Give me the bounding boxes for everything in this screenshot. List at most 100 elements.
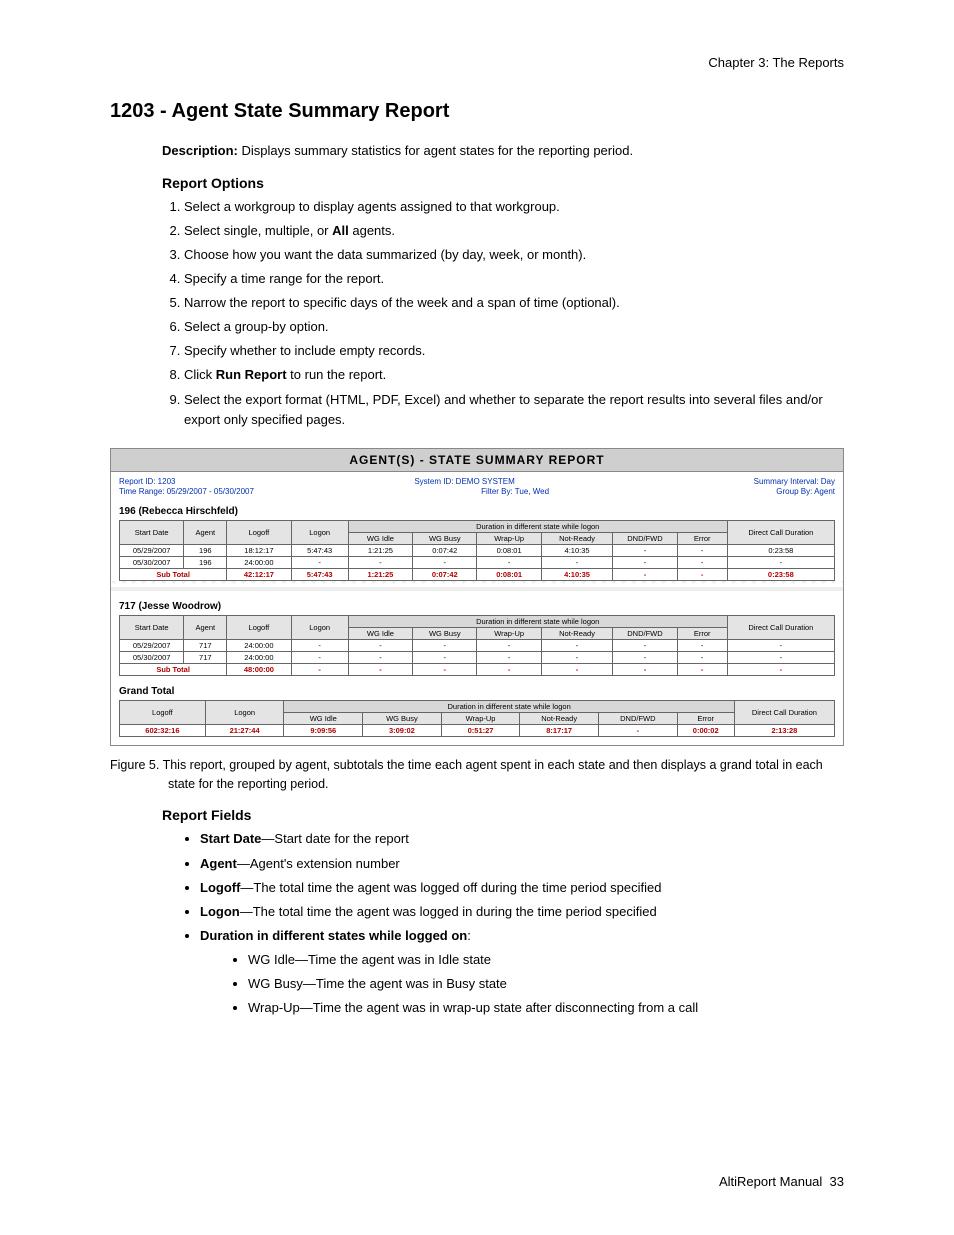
col-nr: Not-Ready [520, 712, 599, 724]
cell: 1:21:25 [348, 544, 412, 556]
description-label: Description: [162, 143, 238, 158]
field-desc: —The total time the agent was logged in … [240, 904, 657, 919]
header-row: Start Date Agent Logoff Logon Duration i… [120, 520, 835, 532]
col-idle: WG Idle [348, 627, 412, 639]
header-row: Logoff Logon Duration in different state… [120, 700, 835, 712]
grand-row: 602:32:1621:27:449:09:563:09:020:51:278:… [120, 724, 835, 736]
cell: - [727, 639, 834, 651]
cell: - [677, 568, 727, 580]
figure-caption: Figure 5. This report, grouped by agent,… [110, 756, 844, 794]
option-1: Select a workgroup to display agents ass… [184, 197, 844, 217]
cell: 42:12:17 [227, 568, 291, 580]
field-desc: —Start date for the report [261, 831, 408, 846]
cell: - [291, 651, 348, 663]
cell: 0:08:01 [477, 544, 541, 556]
cell: - [348, 663, 412, 675]
cell: - [541, 663, 613, 675]
cell: 0:23:58 [727, 544, 834, 556]
option-6: Select a group-by option. [184, 317, 844, 337]
cell: - [677, 663, 727, 675]
col-busy: WG Busy [413, 532, 477, 544]
cell: 21:27:44 [205, 724, 284, 736]
footer-page-number: 33 [830, 1174, 844, 1189]
cell: 0:23:58 [727, 568, 834, 580]
body: Description: Displays summary statistics… [162, 141, 844, 430]
text: Click [184, 367, 216, 382]
agent-1-name: 196 (Rebecca Hirschfeld) [119, 506, 835, 517]
cell: 05/30/2007 [120, 556, 184, 568]
col-logon: Logon [291, 615, 348, 639]
cell: - [413, 651, 477, 663]
col-idle: WG Idle [348, 532, 412, 544]
col-wrap: Wrap-Up [477, 532, 541, 544]
cell: - [613, 651, 677, 663]
option-2: Select single, multiple, or All agents. [184, 221, 844, 241]
meta-left: Time Range: 05/29/2007 - 05/30/2007 [119, 487, 254, 496]
bold-text: All [332, 223, 349, 238]
col-busy: WG Busy [413, 627, 477, 639]
report-fields-head: Report Fields [162, 807, 844, 823]
cell: 196 [184, 544, 227, 556]
cell: - [599, 724, 678, 736]
field-desc: —Agent's extension number [237, 856, 400, 871]
description-text: Displays summary statistics for agent st… [238, 143, 633, 158]
col-start: Start Date [120, 615, 184, 639]
cell: - [477, 639, 541, 651]
section-heading: 1203 - Agent State Summary Report [110, 100, 844, 123]
cell: - [613, 639, 677, 651]
fields-section: Report Fields Start Date—Start date for … [162, 807, 844, 1018]
col-idle: WG Idle [284, 712, 363, 724]
text: Select single, multiple, or [184, 223, 332, 238]
option-4: Specify a time range for the report. [184, 269, 844, 289]
subfield-busy: WG Busy—Time the agent was in Busy state [248, 974, 844, 994]
option-3: Choose how you want the data summarized … [184, 245, 844, 265]
report-title: AGENT(S) - STATE SUMMARY REPORT [111, 449, 843, 472]
cell: - [541, 651, 613, 663]
table-row: 05/29/200771724:00:00-------- [120, 639, 835, 651]
meta-right: Summary Interval: Day [754, 477, 835, 486]
meta-left: Report ID: 1203 [119, 477, 175, 486]
footer-title: AltiReport Manual [719, 1174, 822, 1189]
cell: 2:13:28 [734, 724, 834, 736]
col-dnd: DND/FWD [613, 627, 677, 639]
cell: - [613, 568, 677, 580]
option-8: Click Run Report to run the report. [184, 365, 844, 385]
col-logon: Logon [291, 520, 348, 544]
fields-list: Start Date—Start date for the report Age… [162, 829, 844, 1018]
col-span: Duration in different state while logon [348, 615, 727, 627]
cell: 602:32:16 [120, 724, 206, 736]
cell: - [477, 663, 541, 675]
header-row: Start Date Agent Logoff Logon Duration i… [120, 615, 835, 627]
torn-edge [111, 581, 843, 591]
cell: 1:21:25 [348, 568, 412, 580]
cell: 8:17:17 [520, 724, 599, 736]
col-err: Error [677, 627, 727, 639]
subtotal-row: Sub Total42:12:175:47:431:21:250:07:420:… [120, 568, 835, 580]
meta-mid: Filter By: Tue, Wed [481, 487, 549, 496]
agent-2-name: 717 (Jesse Woodrow) [119, 601, 835, 612]
table-row: 05/30/200719624:00:00-------- [120, 556, 835, 568]
field-name: Duration in different states while logge… [200, 928, 467, 943]
field-name: Agent [200, 856, 237, 871]
meta-right: Group By: Agent [776, 487, 835, 496]
cell: - [291, 663, 348, 675]
col-logoff: Logoff [227, 520, 291, 544]
cell: - [413, 556, 477, 568]
cell: 24:00:00 [227, 556, 291, 568]
cell: Sub Total [120, 568, 227, 580]
col-dnd: DND/FWD [599, 712, 678, 724]
cell: 0:51:27 [441, 724, 520, 736]
cell: 717 [184, 651, 227, 663]
field-logoff: Logoff—The total time the agent was logg… [200, 878, 844, 898]
cell: 18:12:17 [227, 544, 291, 556]
cell: - [413, 639, 477, 651]
cell: - [727, 663, 834, 675]
col-span: Duration in different state while logon [348, 520, 727, 532]
cell: - [348, 556, 412, 568]
agent-1-table: Start Date Agent Logoff Logon Duration i… [119, 520, 835, 581]
col-wrap: Wrap-Up [477, 627, 541, 639]
col-agent: Agent [184, 615, 227, 639]
report-options-head: Report Options [162, 175, 844, 191]
cell: - [677, 651, 727, 663]
cell: - [727, 556, 834, 568]
